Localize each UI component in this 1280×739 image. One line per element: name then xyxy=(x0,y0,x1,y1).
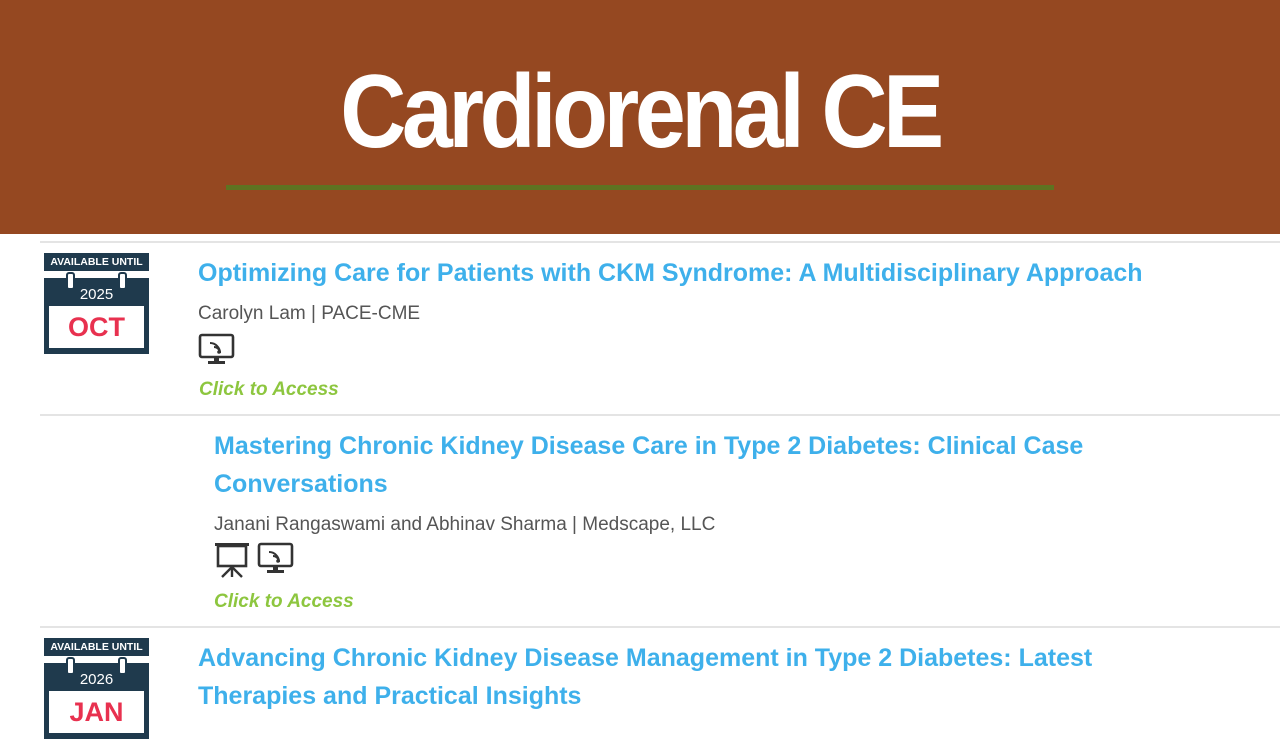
course-title-link[interactable]: Mastering Chronic Kidney Disease Care in… xyxy=(214,427,1264,503)
badge-label: AVAILABLE UNTIL xyxy=(44,638,149,656)
course-author: Carolyn Lam | PACE-CME xyxy=(198,303,421,324)
course-author: Janani Rangaswami and Abhinav Sharma | M… xyxy=(214,514,716,535)
click-to-access-link[interactable]: Click to Access xyxy=(214,590,354,614)
course-title-link[interactable]: Advancing Chronic Kidney Disease Managem… xyxy=(198,639,1268,715)
course-title-link[interactable]: Optimizing Care for Patients with CKM Sy… xyxy=(198,254,1268,292)
page-header: Cardiorenal CE xyxy=(0,0,1280,234)
course-title-line: Mastering Chronic Kidney Disease Care in… xyxy=(214,432,1084,460)
course-title-line: Conversations xyxy=(214,470,388,498)
online-monitor-icon xyxy=(198,333,235,364)
course-title-line: Therapies and Practical Insights xyxy=(198,682,582,710)
available-until-badge: AVAILABLE UNTIL 2025 OCT xyxy=(44,253,149,354)
list-divider xyxy=(40,241,1280,243)
badge-year: 2026 xyxy=(79,671,114,688)
presentation-easel-icon xyxy=(215,543,249,578)
click-to-access-link[interactable]: Click to Access xyxy=(199,378,339,402)
badge-month: JAN xyxy=(69,697,124,727)
online-monitor-icon xyxy=(257,542,294,573)
header-divider xyxy=(226,185,1054,190)
page-title: Cardiorenal CE xyxy=(340,54,944,170)
badge-label: AVAILABLE UNTIL xyxy=(44,253,149,271)
badge-month: OCT xyxy=(68,312,125,342)
badge-year: 2025 xyxy=(79,286,114,303)
course-title-line: Advancing Chronic Kidney Disease Managem… xyxy=(198,644,1093,672)
calendar-icon: 2025 OCT xyxy=(44,272,149,354)
calendar-icon: 2026 JAN xyxy=(44,657,149,739)
available-until-badge: AVAILABLE UNTIL 2026 JAN xyxy=(44,638,149,739)
list-divider xyxy=(40,414,1280,416)
list-divider xyxy=(40,626,1280,628)
